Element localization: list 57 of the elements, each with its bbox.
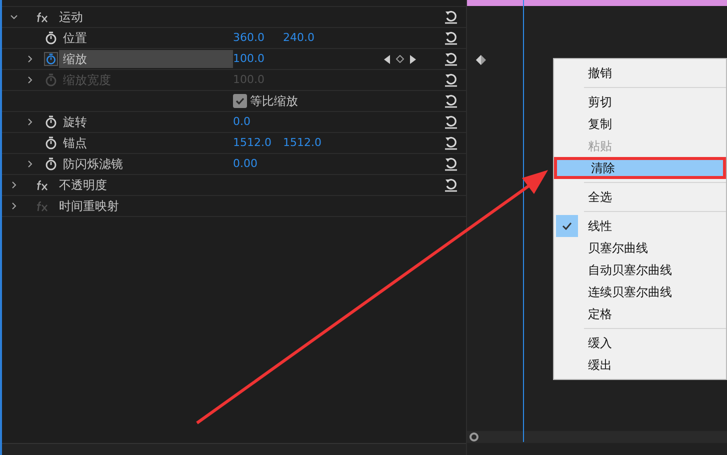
parameter-name: 缩放 [59,50,233,68]
parameter-name: 防闪烁滤镜 [62,156,124,173]
menu-item[interactable]: 连续贝塞尔曲线 [554,281,726,303]
reset-icon[interactable] [444,157,458,171]
menu-item[interactable]: 全选 [554,186,726,208]
parameter-value[interactable]: 0.00 [233,156,283,172]
reset-icon[interactable] [444,10,458,24]
chevron-icon[interactable] [10,13,18,21]
reset-icon[interactable] [444,136,458,150]
menu-item[interactable]: 清除 [554,157,726,179]
checkbox[interactable] [233,94,247,108]
add-keyframe-icon[interactable] [396,55,404,63]
menu-item[interactable]: 复制 [554,113,726,135]
check-icon [235,96,245,106]
stopwatch-icon[interactable] [44,136,58,150]
stopwatch-icon[interactable] [44,115,58,129]
stopwatch-icon[interactable] [44,52,58,66]
parameter-name: 位置 [62,30,88,47]
menu-item[interactable]: 贝塞尔曲线 [554,237,726,259]
parameter-value[interactable]: 0.0 [233,114,283,130]
scroll-handle-icon[interactable] [469,432,479,442]
chevron-icon[interactable] [10,202,18,210]
menu-item[interactable]: 缓出 [554,354,726,376]
menu-item[interactable]: 缓入 [554,332,726,354]
effect-name: 运动 [59,9,83,26]
parameter-name: 锚点 [62,135,88,152]
effect-name: 不透明度 [59,177,107,194]
menu-item[interactable]: 自动贝塞尔曲线 [554,259,726,281]
chevron-icon[interactable] [10,181,18,189]
parameter-value[interactable]: 240.0 [283,30,333,46]
fx-icon[interactable] [36,12,49,22]
reset-icon[interactable] [444,52,458,66]
chevron-icon[interactable] [26,118,34,126]
stopwatch-icon[interactable] [44,157,58,171]
reset-icon[interactable] [444,115,458,129]
parameter-value[interactable]: 1512.0 [233,134,283,152]
next-keyframe-icon[interactable] [410,54,416,64]
parameter-value[interactable]: 360.0 [233,30,283,46]
reset-icon[interactable] [444,31,458,45]
previous-keyframe-icon[interactable] [384,54,390,64]
chevron-icon[interactable] [26,55,34,63]
menu-item[interactable]: 定格 [554,303,726,325]
parameter-value[interactable]: 100.0 [233,50,283,68]
stopwatch-icon[interactable] [44,31,58,45]
reset-icon[interactable] [444,94,458,108]
keyframe-icon[interactable] [476,55,486,65]
checkbox-label: 等比缩放 [250,93,298,110]
parameter-name: 旋转 [62,114,88,131]
check-icon [562,222,572,230]
menu-item[interactable]: 线性 [554,215,726,237]
chevron-icon[interactable] [26,160,34,168]
parameter-value[interactable]: 1512.0 [283,134,333,152]
menu-item[interactable]: 剪切 [554,91,726,113]
menu-item[interactable]: 撤销 [554,62,726,84]
effect-name: 时间重映射 [59,198,119,215]
fx-icon[interactable] [36,180,49,190]
reset-icon[interactable] [444,178,458,192]
